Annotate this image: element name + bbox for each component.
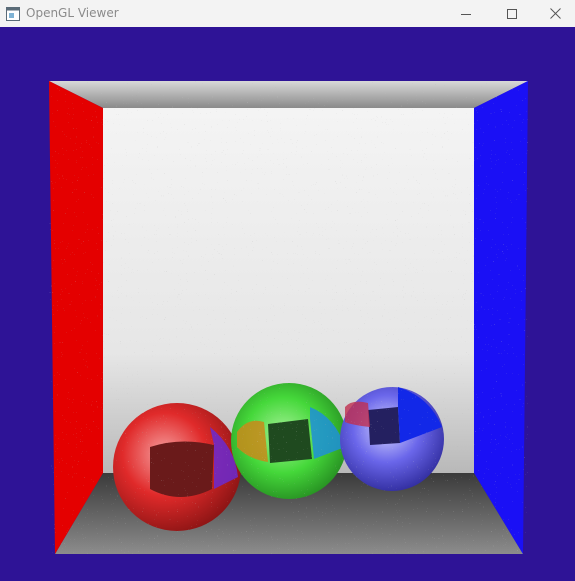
cornell-box-render [49,81,528,554]
render-viewport[interactable] [0,27,575,581]
title-bar[interactable]: OpenGL Viewer [0,0,575,27]
minimize-icon [461,9,471,19]
minimize-button[interactable] [443,0,489,27]
render-noise-overlay [49,81,528,554]
close-button[interactable] [535,0,575,27]
window-title: OpenGL Viewer [26,6,119,20]
maximize-button[interactable] [489,0,535,27]
maximize-icon [507,8,517,19]
close-icon [549,8,561,19]
app-window-icon [6,6,20,21]
